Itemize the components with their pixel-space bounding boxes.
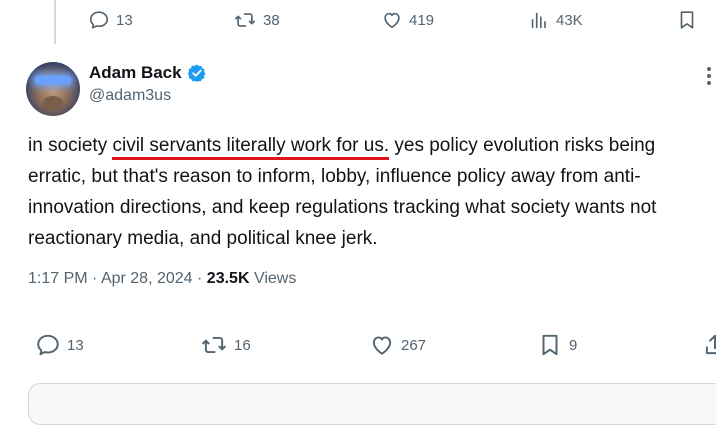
tweet-time[interactable]: 1:17 PM — [28, 270, 88, 287]
previous-bookmark-button[interactable] — [676, 9, 698, 31]
author-handle[interactable]: @adam3us — [89, 87, 207, 105]
bookmark-button[interactable]: 9 — [537, 332, 577, 358]
share-button[interactable] — [702, 332, 716, 358]
tweet-text-before: in society — [28, 135, 113, 156]
repost-icon — [235, 13, 255, 27]
previous-views-button[interactable]: 43K — [528, 9, 583, 31]
more-options-button[interactable] — [706, 66, 712, 91]
verified-badge-icon — [187, 64, 206, 83]
previous-repost-count: 38 — [263, 11, 280, 29]
like-count: 267 — [401, 336, 427, 354]
reply-icon — [37, 334, 59, 356]
tweet-meta: 1:17 PM · Apr 28, 2024 · 23.5K Views — [28, 270, 296, 288]
reply-button[interactable]: 13 — [35, 332, 84, 358]
views-count: 23.5K — [206, 270, 250, 287]
bookmark-icon — [542, 334, 558, 356]
share-icon — [705, 334, 716, 355]
previous-repost-button[interactable]: 38 — [233, 9, 280, 31]
tweet-text: in society civil servants literally work… — [28, 130, 708, 254]
views-icon — [531, 12, 546, 29]
repost-icon — [202, 336, 226, 354]
reply-count: 13 — [67, 336, 84, 354]
author-display-name[interactable]: Adam Back — [89, 63, 182, 83]
meta-separator-2: · — [197, 270, 203, 287]
previous-reply-button[interactable]: 13 — [88, 9, 133, 31]
views-label: Views — [253, 270, 297, 287]
tweet-text-underlined: civil servants literally work for us. — [112, 135, 390, 160]
previous-views-count: 43K — [556, 11, 583, 29]
previous-like-count: 419 — [409, 11, 435, 29]
like-icon — [372, 336, 392, 355]
like-button[interactable]: 267 — [369, 332, 426, 358]
bookmark-count: 9 — [569, 336, 578, 354]
previous-like-button[interactable]: 419 — [381, 9, 434, 31]
repost-count: 16 — [234, 336, 251, 354]
reply-icon — [89, 11, 109, 29]
repost-button[interactable]: 16 — [200, 332, 251, 358]
previous-reply-count: 13 — [116, 11, 133, 29]
meta-separator: · — [92, 270, 98, 287]
reply-composer[interactable] — [28, 383, 716, 425]
avatar[interactable] — [26, 62, 80, 116]
thread-connector-line — [54, 0, 56, 44]
bookmark-icon — [680, 11, 694, 29]
more-icon — [707, 67, 711, 85]
like-icon — [384, 12, 400, 29]
author-block: Adam Back @adam3us — [89, 63, 207, 105]
tweet-date[interactable]: Apr 28, 2024 — [101, 270, 193, 287]
